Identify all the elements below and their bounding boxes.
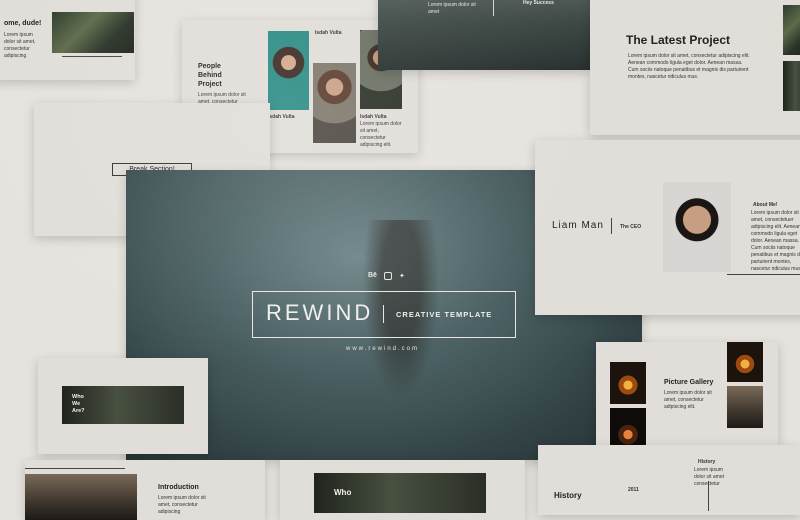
gallery-photo-1 [610, 362, 646, 404]
people-caption: Lorem ipsum dolor sit amet, consectetur … [360, 121, 402, 148]
sea-divider [493, 0, 494, 16]
welcome-heading: ome, dude! [4, 20, 42, 27]
history-heading: History [554, 491, 582, 500]
ceo-about-heading: About Me! [753, 202, 778, 208]
hero-url[interactable]: www.rewind.com [346, 346, 419, 352]
welcome-divider [62, 56, 122, 57]
intro-photo [25, 474, 137, 520]
gallery-heading: Picture Gallery [664, 379, 714, 386]
history-timeline [708, 481, 709, 511]
slide-gallery: Picture Gallery Lorem ipsum dolor sit am… [596, 342, 778, 446]
gallery-body: Lorem ipsum dolor sit amet, consectetur … [664, 390, 712, 410]
person-label-1: Isdah Vulta [268, 114, 295, 120]
ceo-divider [611, 218, 612, 234]
ceo-role: The CEO [620, 224, 642, 230]
hero-social: Bē ✦ [368, 272, 405, 280]
intro-heading: Introduction [158, 484, 199, 491]
person-label-2: Isdah Vulta [315, 30, 342, 36]
slide-welcome: ome, dude! Lorem ipsum dolor sit amet, c… [0, 0, 135, 80]
ceo-photo [663, 182, 731, 272]
intro-divider [25, 468, 125, 469]
sea-label: Hey Success [523, 0, 554, 6]
person-photo-2 [313, 63, 356, 143]
slide-latest: The Latest Project Lorem ipsum dolor sit… [590, 0, 800, 135]
behance-icon[interactable]: Bē [368, 272, 377, 280]
slide-ceo: Liam Man The CEO About Me! Lorem ipsum d… [535, 140, 800, 315]
sea-caption: Lorem ipsum dolor sit amet [428, 2, 476, 15]
ceo-underline [727, 274, 800, 275]
intro-body: Lorem ipsum dolor sit amet, consectetur … [158, 495, 206, 515]
slide-history: History Lorem ipsum dolor sit amet conse… [538, 445, 800, 515]
slide-who: Who We Are? [38, 358, 208, 454]
hero-divider [383, 305, 384, 323]
instagram-icon[interactable] [383, 272, 392, 280]
gallery-photo-2 [610, 408, 646, 446]
history-body: Lorem ipsum dolor sit amet consectetur [694, 467, 725, 487]
who2-label: Who [334, 488, 352, 497]
slide-who-2: Who [280, 460, 525, 520]
person-label-3: Isdah Vulta [360, 114, 387, 120]
who-label: Who We Are? [72, 394, 85, 414]
slide-sea: Lorem ipsum dolor sit amet Hey Success [378, 0, 590, 70]
gallery-photo-4 [727, 386, 763, 428]
welcome-photo [52, 12, 134, 53]
welcome-body: Lorem ipsum dolor sit amet, consectetur … [4, 32, 36, 59]
person-photo-1 [268, 31, 309, 110]
twitter-icon[interactable]: ✦ [399, 272, 405, 280]
hero-tagline: CREATIVE TEMPLATE [396, 310, 493, 319]
gallery-photo-3 [727, 342, 763, 382]
history-year: 2011 [628, 487, 639, 493]
latest-photo-1 [783, 5, 800, 55]
latest-body: Lorem ipsum dolor sit amet, consectetur … [628, 53, 750, 80]
people-heading: People Behind Project [198, 63, 222, 88]
ceo-about-body: Lorem ipsum dolor sit amet, consectetuer… [751, 210, 800, 272]
ceo-name: Liam Man [552, 220, 604, 231]
hero-brand: REWIND [266, 300, 374, 325]
history-small-label: History [698, 459, 716, 465]
latest-heading: The Latest Project [626, 33, 731, 47]
latest-photo-2 [783, 61, 800, 111]
slide-intro: Introduction Lorem ipsum dolor sit amet,… [25, 460, 265, 520]
